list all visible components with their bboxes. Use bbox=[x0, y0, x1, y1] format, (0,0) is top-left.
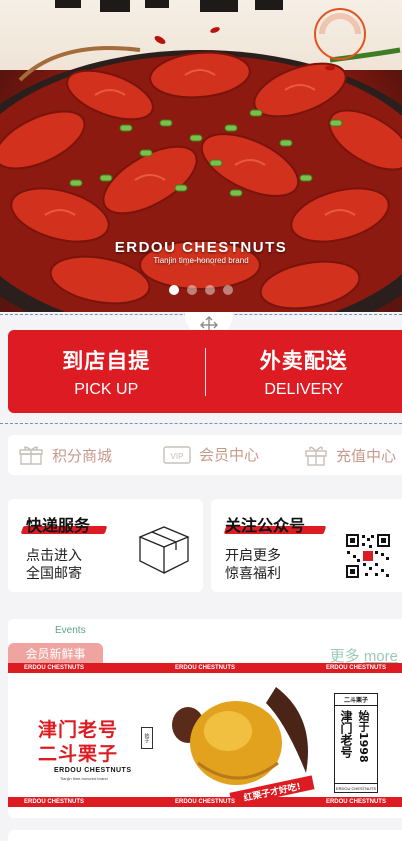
recharge-center-label: 充值中心 bbox=[336, 446, 397, 465]
events-heading: Events bbox=[55, 625, 86, 636]
guide-line-bottom bbox=[0, 423, 402, 424]
vip-card-icon: VIP bbox=[163, 445, 191, 464]
member-center-button[interactable]: VIP 会员中心 bbox=[163, 444, 259, 465]
carousel-dot-2[interactable] bbox=[187, 285, 197, 295]
points-mall-button[interactable]: 积分商城 bbox=[18, 444, 112, 466]
package-box-icon bbox=[138, 526, 190, 575]
promo-strip-bottom: ERDOU CHESTNUTS ERDOU CHESTNUTS ERDOU CH… bbox=[8, 797, 402, 807]
carousel-dot-4[interactable] bbox=[223, 285, 233, 295]
shortcut-bar: 积分商城 VIP 会员中心 充值中心 bbox=[8, 435, 402, 475]
events-section: Events 会员新鲜事 更多 more ERDOU CHESTNUTS ERD… bbox=[8, 619, 402, 818]
strip-text: ERDOU CHESTNUTS bbox=[24, 665, 85, 671]
promo-brand-subtitle: Tianjin time-honored brand bbox=[60, 776, 108, 781]
carousel-dot-1[interactable] bbox=[169, 285, 179, 295]
member-news-tab[interactable]: 会员新鲜事 bbox=[8, 643, 103, 664]
hero-brand: ERDOU CHESTNUTS bbox=[114, 239, 288, 256]
express-title: 快递服务 bbox=[26, 516, 91, 535]
strip-text: ERDOU CHESTNUTS bbox=[24, 799, 85, 805]
promo-label: 二斗栗子 津门老号 始于1998 ERDOU CHESTNUTS bbox=[334, 693, 378, 793]
express-line-2: 全国邮寄 bbox=[26, 566, 82, 582]
follow-account-card[interactable]: 关注公众号 开启更多 惊喜福利 bbox=[211, 499, 402, 592]
label-col-2: 始于1998 bbox=[357, 710, 370, 763]
follow-title: 关注公众号 bbox=[225, 516, 306, 535]
strip-text: ERDOU CHESTNUTS bbox=[325, 665, 386, 671]
carousel-dot-3[interactable] bbox=[205, 285, 215, 295]
delivery-label-en: DELIVERY bbox=[264, 380, 344, 398]
pickup-button[interactable]: 到店自提 PICK UP bbox=[8, 330, 205, 413]
order-mode-bar: 到店自提 PICK UP 外卖配送 DELIVERY bbox=[8, 330, 402, 413]
hero-banner[interactable]: ERDOU CHESTNUTS Tianjin time-honored bra… bbox=[0, 0, 402, 312]
strip-text: ERDOU CHESTNUTS bbox=[325, 799, 386, 805]
follow-line-1: 开启更多 bbox=[225, 548, 281, 564]
pickup-label-en: PICK UP bbox=[74, 380, 139, 398]
delivery-label-cn: 外卖配送 bbox=[259, 348, 348, 373]
recharge-center-button[interactable]: 充值中心 bbox=[304, 444, 396, 466]
delivery-button[interactable]: 外卖配送 DELIVERY bbox=[206, 330, 402, 413]
next-section-card bbox=[8, 830, 402, 841]
label-bottom: ERDOU CHESTNUTS bbox=[335, 783, 377, 792]
express-line-1: 点击进入 bbox=[26, 548, 82, 564]
promo-seal: 始于 bbox=[141, 727, 153, 749]
gift-icon bbox=[305, 446, 327, 466]
promo-title-2: 二斗栗子 bbox=[38, 743, 119, 765]
pickup-label-cn: 到店自提 bbox=[62, 348, 151, 373]
vip-badge: VIP bbox=[171, 452, 184, 461]
strip-text: ERDOU CHESTNUTS bbox=[174, 799, 235, 805]
label-top: 二斗栗子 bbox=[335, 694, 377, 706]
hero-subtitle: Tianjin time-honored brand bbox=[153, 256, 249, 265]
promo-banner[interactable]: ERDOU CHESTNUTS ERDOU CHESTNUTS ERDOU CH… bbox=[8, 663, 402, 807]
promo-brand: ERDOU CHESTNUTS bbox=[54, 767, 132, 774]
promo-strip-top: ERDOU CHESTNUTS ERDOU CHESTNUTS ERDOU CH… bbox=[8, 663, 402, 673]
label-col-1: 津门老号 bbox=[339, 710, 353, 758]
crayfish-photo bbox=[0, 0, 402, 312]
points-mall-label: 积分商城 bbox=[52, 446, 113, 465]
qr-code-icon bbox=[345, 533, 391, 579]
express-service-card[interactable]: 快递服务 点击进入 全国邮寄 bbox=[8, 499, 203, 592]
member-center-label: 会员中心 bbox=[199, 446, 260, 464]
promo-title-1: 津门老号 bbox=[38, 719, 119, 741]
strip-text: ERDOU CHESTNUTS bbox=[174, 665, 235, 671]
follow-line-2: 惊喜福利 bbox=[225, 566, 281, 582]
carousel-dots bbox=[0, 285, 402, 295]
gift-box-icon bbox=[19, 446, 43, 465]
promo-content: 津门老号 二斗栗子 始于 ERDOU CHESTNUTS Tianjin tim… bbox=[8, 673, 402, 807]
